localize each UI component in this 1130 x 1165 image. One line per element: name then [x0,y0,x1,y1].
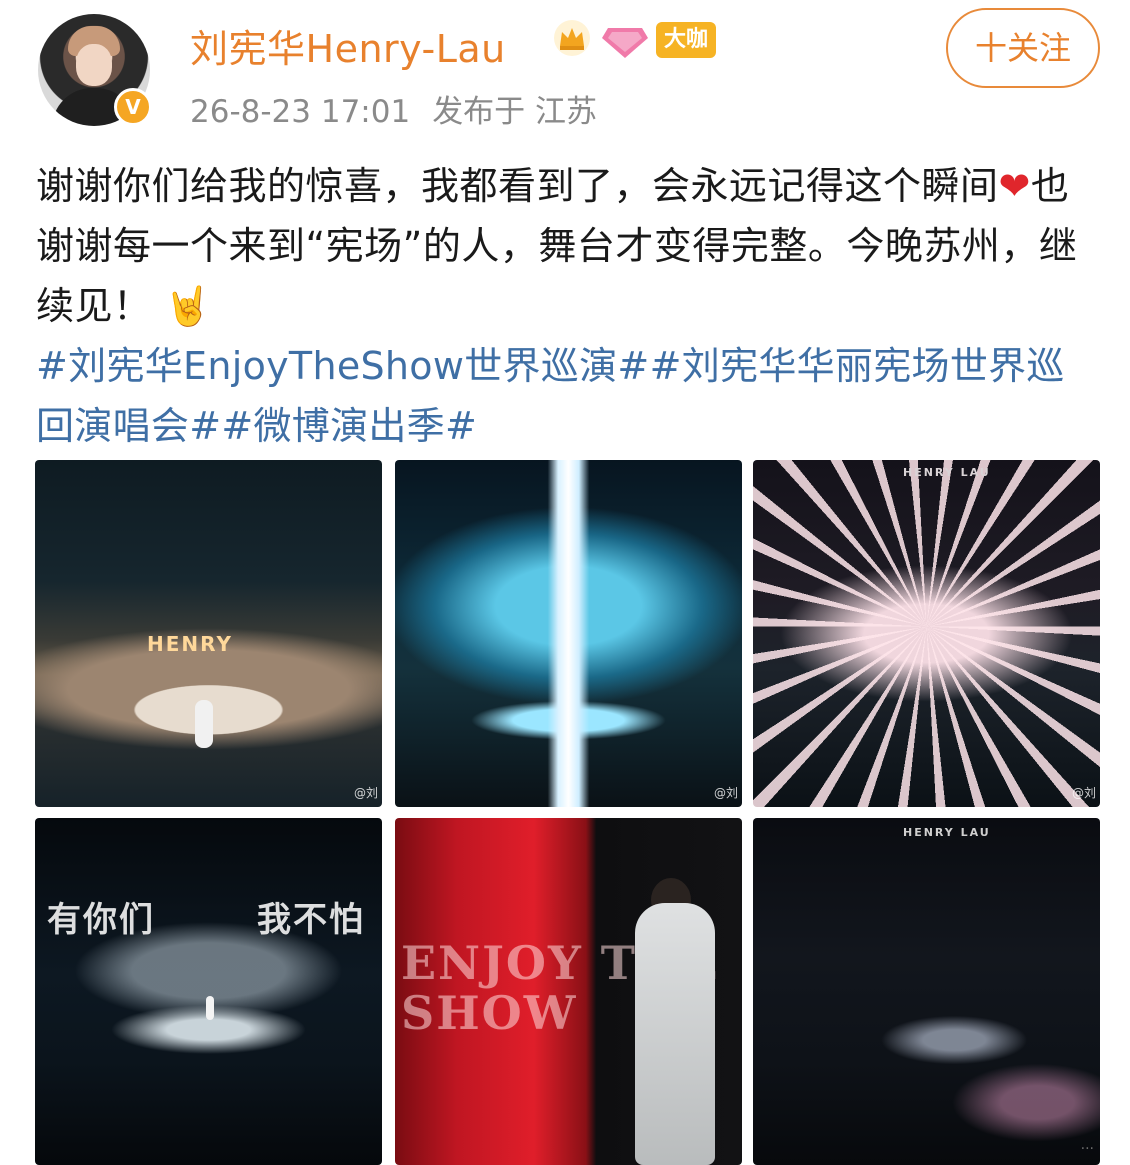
hashtag-list: #刘宪华EnjoyTheShow世界巡演##刘宪华华丽宪场世界巡回演唱会##微博… [36,336,1098,456]
photo-arena-crowd[interactable]: HENRY LAU ··· [753,818,1100,1165]
hashtag-link[interactable]: #微博演出季# [221,404,477,448]
post-header: V 刘宪华Henry-Lau 大咖 26-8-23 17:01 发布于 江苏 十关… [0,0,1130,140]
performer-figure [635,903,715,1165]
heart-emoji-icon: ❤ [998,164,1031,208]
performer-figure [195,700,213,748]
avatar-face [76,44,112,86]
photo-fan-screens[interactable]: 有你们 我不怕 [35,818,382,1165]
rock-hand-emoji-icon: 🤘 [164,284,212,328]
photo-grid: HENRY @刘 @刘 HENRY LAU @刘 有你们 我不怕 ENJOY T… [35,460,1101,1165]
post-text: 谢谢你们给我的惊喜，我都看到了，会永远记得这个瞬间❤也谢谢每一个来到“宪场”的人… [36,156,1096,336]
photo-watermark: @刘 [1071,786,1096,800]
photo-watermark: @刘 [353,786,378,800]
verified-badge-icon: V [114,88,152,126]
performer-figure [206,996,214,1020]
membership-level-icon [602,28,648,58]
crown-icon [554,20,590,56]
username[interactable]: 刘宪华Henry-Lau [190,18,506,73]
photo-stage-lights[interactable]: @刘 [395,460,742,807]
more-icon[interactable]: ··· [1081,1141,1094,1157]
post-text-part1: 谢谢你们给我的惊喜，我都看到了，会永远记得这个瞬间 [36,164,999,208]
vip-tag: 大咖 [656,22,717,58]
post-location: 发布于 江苏 [432,94,598,130]
post-meta: 26-8-23 17:01 发布于 江苏 [190,86,597,131]
photo-watermark: @刘 [713,786,738,800]
post-timestamp: 26-8-23 17:01 [190,94,411,130]
hashtag-link[interactable]: #刘宪华EnjoyTheShow世界巡演# [36,344,650,388]
photo-overlay-text: HENRY LAU [903,466,991,479]
photo-performer-closeup[interactable]: ENJOY THE SHOW [395,818,742,1165]
photo-arena-wide[interactable]: HENRY @刘 [35,460,382,807]
photo-overlay-left: 有你们 [47,900,155,940]
follow-button[interactable]: 十关注 [946,8,1100,88]
photo-stage-beams[interactable]: HENRY LAU @刘 [753,460,1100,807]
photo-overlay-right: 我不怕 [257,900,365,940]
photo-overlay-text: HENRY [147,632,233,656]
photo-overlay-text: HENRY LAU [903,826,991,839]
